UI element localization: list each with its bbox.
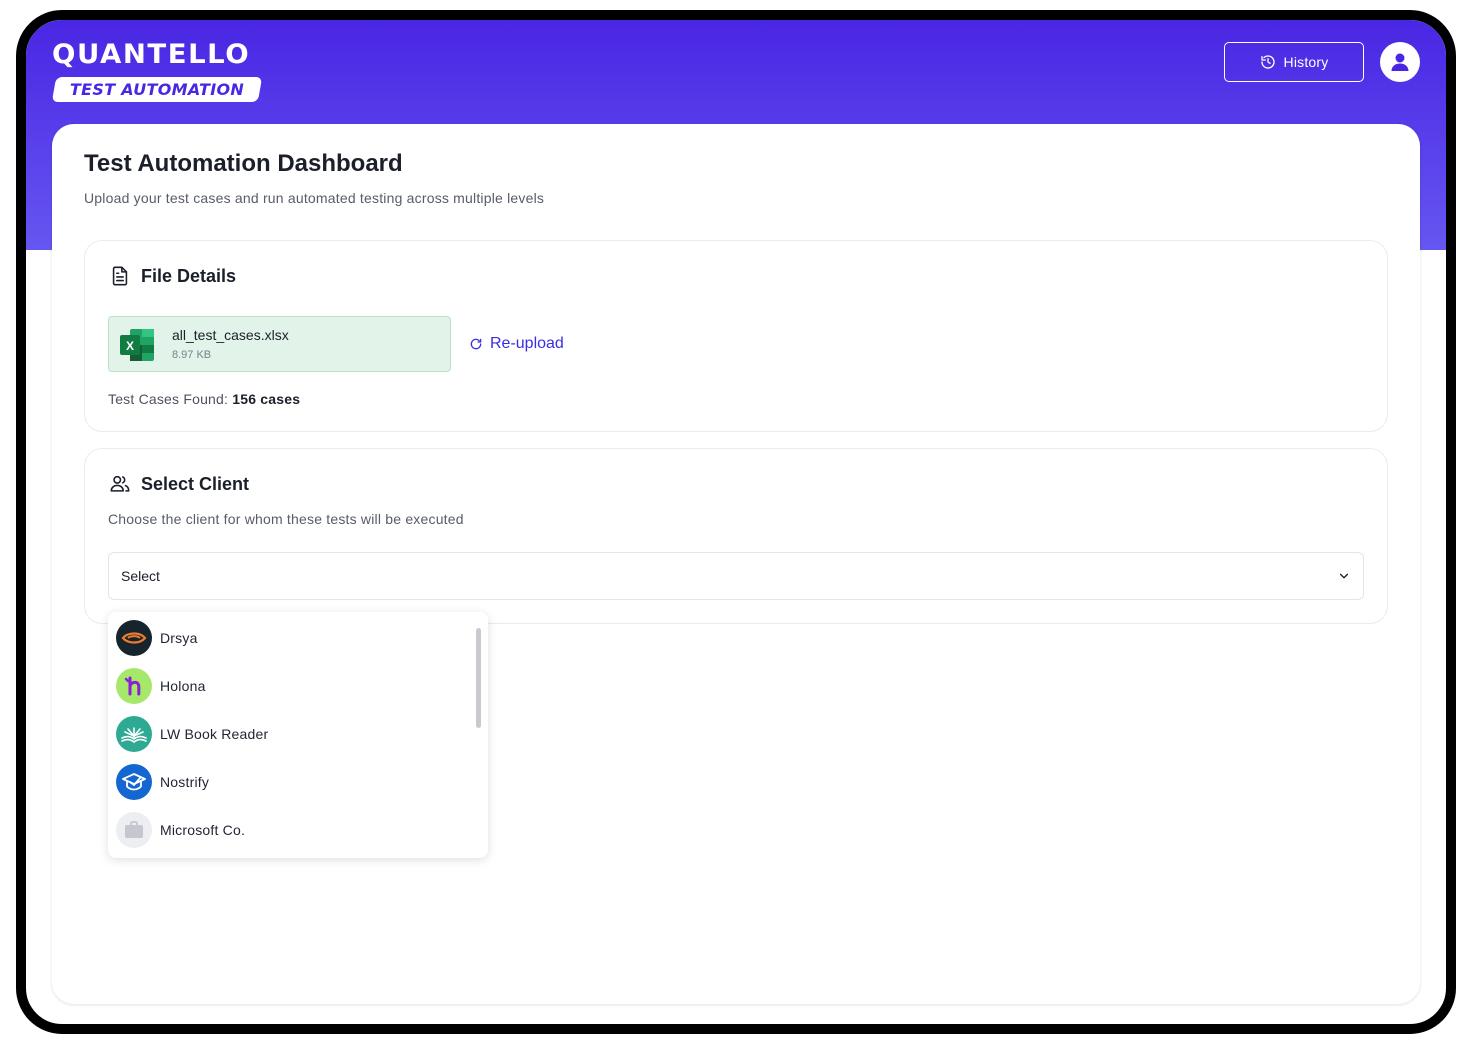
test-cases-found: Test Cases Found: 156 cases [108, 391, 300, 407]
client-select-value: Select [121, 568, 160, 584]
file-icon [112, 266, 128, 286]
excel-icon: X [120, 329, 154, 361]
file-size: 8.97 KB [172, 349, 212, 361]
select-client-title: Select Client [141, 473, 250, 494]
brand-tagline: TEST AUTOMATION [69, 80, 245, 99]
client-option-label: Nostrify [160, 774, 210, 790]
history-label: History [1283, 54, 1329, 70]
file-details-header: File Details [109, 265, 236, 287]
dropdown-scrollbar[interactable] [476, 628, 481, 728]
briefcase-icon [116, 812, 152, 848]
client-dropdown-menu: Drsya Holona LW Book Reader Nostrify Mic… [108, 612, 488, 858]
drsya-logo [116, 620, 152, 656]
test-cases-label: Test Cases Found: [108, 391, 229, 407]
client-option-label: Microsoft Co. [160, 822, 246, 838]
history-button[interactable]: History [1224, 42, 1364, 82]
page-subtitle: Upload your test cases and run automated… [84, 190, 545, 206]
client-option-microsoft-co[interactable]: Microsoft Co. [116, 810, 245, 850]
select-client-subtitle: Choose the client for whom these tests w… [108, 511, 464, 527]
brand-name: QUANTELLO [52, 39, 251, 70]
file-name: all_test_cases.xlsx [172, 327, 289, 343]
client-option-holona[interactable]: Holona [116, 666, 206, 706]
history-icon [1260, 55, 1275, 69]
nostrify-logo [116, 764, 152, 800]
client-option-label: Holona [160, 678, 206, 694]
client-option-label: LW Book Reader [160, 726, 269, 742]
holona-logo [116, 668, 152, 704]
dashboard-card: Test Automation Dashboard Upload your te… [52, 124, 1420, 1004]
lw-book-logo [116, 716, 152, 752]
reupload-label: Re-upload [490, 335, 564, 352]
client-option-drsya[interactable]: Drsya [116, 618, 198, 658]
chevron-down-icon [1339, 573, 1349, 579]
file-details-title: File Details [141, 265, 237, 286]
user-avatar[interactable] [1380, 42, 1420, 82]
refresh-icon [470, 338, 482, 350]
client-option-nostrify[interactable]: Nostrify [116, 762, 209, 802]
user-icon [1391, 53, 1409, 71]
page-title: Test Automation Dashboard [84, 150, 403, 177]
app-window: QUANTELLO TEST AUTOMATION History Test A… [16, 10, 1456, 1034]
reupload-button[interactable]: Re-upload [469, 335, 564, 353]
test-cases-count: 156 cases [232, 391, 301, 407]
uploaded-file-chip[interactable]: X all_test_cases.xlsx 8.97 KB [108, 316, 451, 372]
client-select[interactable]: Select [108, 552, 1364, 600]
client-option-lw-book-reader[interactable]: LW Book Reader [116, 714, 268, 754]
file-details-panel: File Details X all_test_cases.xlsx 8.97 … [84, 240, 1388, 432]
select-client-header: Select Client [109, 473, 249, 495]
svg-text:X: X [126, 339, 134, 353]
brand-logo[interactable]: QUANTELLO TEST AUTOMATION [51, 39, 264, 106]
select-client-panel: Select Client Choose the client for whom… [84, 448, 1388, 624]
client-option-label: Drsya [160, 630, 198, 646]
users-icon [110, 475, 130, 492]
